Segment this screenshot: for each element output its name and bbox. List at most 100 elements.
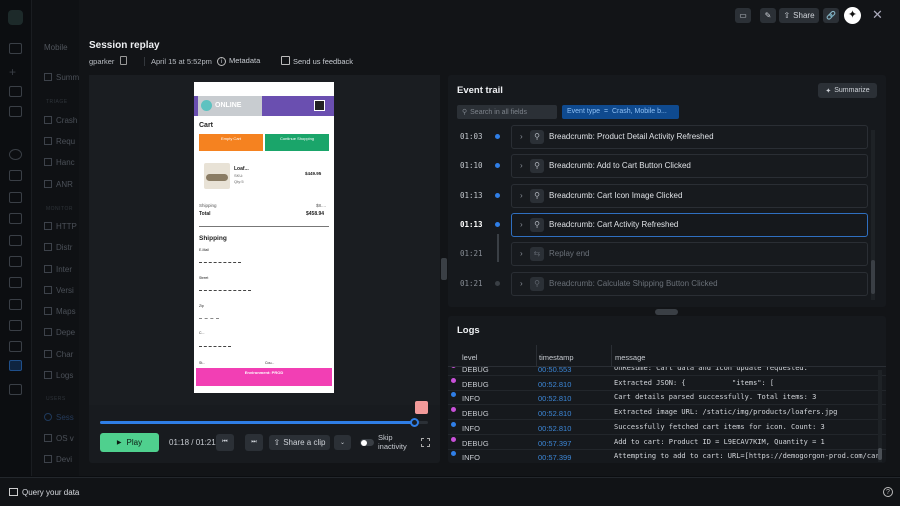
log-row[interactable]: INFO 00:52.810 Cart details parsed succe… [448, 390, 886, 406]
logs-scrollbar[interactable] [878, 370, 882, 462]
log-timestamp[interactable]: 00:50.553 [538, 367, 571, 374]
sidebar-item-dependencies[interactable]: Depe [44, 328, 80, 337]
synthetics-icon[interactable] [9, 277, 22, 288]
event-row[interactable]: 01:21 › ⚲ Breadcrumb: Calculate Shipping… [448, 270, 886, 298]
sidebar-item-handled[interactable]: Hanc [44, 158, 80, 167]
users-icon[interactable] [9, 341, 22, 352]
sidebar-item-interactions[interactable]: Inter [44, 265, 80, 274]
sidebar-item-versions[interactable]: Versi [44, 286, 80, 295]
dashboard-icon[interactable] [9, 106, 22, 117]
network-icon[interactable] [9, 299, 22, 310]
log-timestamp[interactable]: 00:52.810 [538, 409, 571, 418]
event-row[interactable]: 01:10 › ⚲ Breadcrumb: Add to Cart Button… [448, 152, 886, 180]
comment-icon[interactable]: ▭ [735, 8, 751, 23]
add-icon[interactable]: + [9, 65, 22, 79]
log-row[interactable]: INFO 00:52.810 Successfully fetched cart… [448, 420, 886, 435]
apm-icon[interactable] [9, 192, 22, 203]
log-timestamp[interactable]: 00:52.810 [538, 424, 571, 433]
metadata-button[interactable]: i Metadata [217, 56, 260, 66]
event-card[interactable]: › ⚲ Breadcrumb: Add to Cart Button Click… [511, 154, 868, 179]
chevron-right-icon[interactable]: › [520, 220, 523, 229]
fullscreen-icon[interactable] [421, 438, 430, 447]
edit-note-icon[interactable]: ✎ [760, 8, 776, 23]
event-card[interactable]: › ⚲ Breadcrumb: Cart Icon Image Clicked [511, 183, 868, 208]
previous-event-button[interactable]: ⏮ [216, 434, 234, 451]
event-card[interactable]: › ⚲ Breadcrumb: Cart Activity Refreshed [511, 212, 868, 237]
sidebar-item-anr[interactable]: ANR [44, 180, 80, 189]
sidebar-item-logs[interactable]: Logs [44, 371, 80, 380]
link-icon[interactable]: 🔗 [823, 8, 839, 23]
sidebar-item-devices[interactable]: Devi [44, 455, 80, 464]
event-card[interactable]: › ⇆ Replay end [511, 242, 868, 267]
integrations-icon[interactable] [9, 170, 22, 181]
sidebar-item-sessions[interactable]: Sess [44, 413, 80, 422]
column-level[interactable]: level [462, 353, 477, 362]
help-icon[interactable]: ? [883, 487, 893, 497]
alerts-icon[interactable] [9, 149, 22, 160]
next-event-button[interactable]: ⏭ [245, 434, 263, 451]
feedback-button[interactable]: Send us feedback [281, 56, 353, 66]
event-card[interactable]: › ⚲ Breadcrumb: Product Detail Activity … [511, 125, 868, 149]
event-card[interactable]: › ⚲ Breadcrumb: Calculate Shipping Butto… [511, 271, 868, 296]
log-row[interactable]: DEBUG 00:52.810 Extracted JSON: { "items… [448, 376, 886, 391]
skip-inactivity-toggle[interactable] [360, 439, 374, 446]
summarize-button[interactable]: ✦ Summarize [818, 83, 877, 98]
mobile-icon[interactable] [9, 360, 22, 371]
browser-icon[interactable] [9, 213, 22, 224]
timeline-scrubber[interactable] [409, 418, 419, 427]
logs-icon[interactable] [9, 256, 22, 267]
sidebar-item-crash[interactable]: Crash [44, 116, 80, 125]
zip-field [199, 318, 219, 319]
event-row[interactable]: 01:03 › ⚲ Breadcrumb: Product Detail Act… [448, 123, 886, 151]
search-input[interactable]: ⚲ Search in all fields [457, 105, 557, 119]
ai-icon[interactable] [9, 320, 22, 331]
chevron-right-icon[interactable]: › [520, 191, 523, 200]
column-timestamp[interactable]: timestamp [536, 345, 574, 367]
timeline-marker[interactable] [415, 401, 428, 414]
event-scrollbar[interactable] [871, 130, 875, 300]
play-button[interactable]: ▶ Play [100, 433, 159, 452]
sidebar-item-os[interactable]: OS v [44, 434, 80, 443]
event-row[interactable]: 01:13 › ⚲ Breadcrumb: Cart Activity Refr… [448, 211, 886, 239]
sidebar-item-maps[interactable]: Maps [44, 307, 80, 316]
share-button[interactable]: ⇧ Share [779, 8, 819, 23]
log-timestamp[interactable]: 00:57.399 [538, 453, 571, 462]
sidebar-item-change[interactable]: Char [44, 350, 80, 359]
chevron-right-icon[interactable]: › [520, 279, 523, 288]
event-row[interactable]: 01:13 › ⚲ Breadcrumb: Cart Icon Image Cl… [448, 182, 886, 210]
query-data-button[interactable]: Query your data [9, 488, 79, 497]
event-label: Breadcrumb: Product Detail Activity Refr… [549, 132, 714, 141]
split-resize-handle[interactable] [655, 309, 678, 315]
share-clip-button[interactable]: ⇧ Share a clip [269, 435, 330, 450]
column-message[interactable]: message [611, 345, 645, 367]
chevron-right-icon[interactable]: › [520, 132, 523, 141]
log-row[interactable]: DEBUG 00:50.553 onResume: Cart data and … [448, 367, 886, 376]
log-row[interactable]: INFO 00:57.399 Attempting to add to cart… [448, 449, 886, 463]
copy-icon[interactable] [120, 56, 127, 65]
chevron-right-icon[interactable]: › [520, 249, 523, 258]
sidebar-item-http[interactable]: HTTP [44, 222, 80, 231]
log-timestamp[interactable]: 00:52.810 [538, 394, 571, 403]
log-row[interactable]: DEBUG 00:57.397 Add to cart: Product ID … [448, 435, 886, 450]
close-icon[interactable]: ✕ [872, 7, 883, 23]
log-row[interactable]: DEBUG 00:52.810 Extracted image URL: /st… [448, 405, 886, 421]
apps-icon[interactable] [9, 86, 22, 97]
infra-icon[interactable] [9, 235, 22, 246]
share-clip-dropdown[interactable]: ⌄ [334, 435, 351, 450]
log-timestamp[interactable]: 00:57.397 [538, 439, 571, 448]
event-type-filter[interactable]: Event type = Crash, Mobile b... [562, 105, 679, 119]
logo-icon[interactable] [8, 10, 23, 25]
event-row[interactable]: 01:21 › ⇆ Replay end [448, 234, 886, 268]
timeline-track[interactable] [100, 418, 428, 427]
sidebar-item-summary[interactable]: Summ [44, 73, 80, 82]
more-icon[interactable] [9, 384, 22, 395]
sidebar-item-distributed[interactable]: Distr [44, 243, 80, 252]
chevron-right-icon[interactable]: › [520, 161, 523, 170]
panel-resize-handle[interactable] [441, 258, 447, 280]
log-level: DEBUG [462, 438, 489, 448]
home-icon[interactable] [9, 43, 22, 54]
event-time: 01:03 [460, 132, 483, 141]
ai-assistant-icon[interactable]: ✦ [844, 7, 861, 24]
log-timestamp[interactable]: 00:52.810 [538, 380, 571, 389]
sidebar-item-requests[interactable]: Requ [44, 137, 80, 146]
